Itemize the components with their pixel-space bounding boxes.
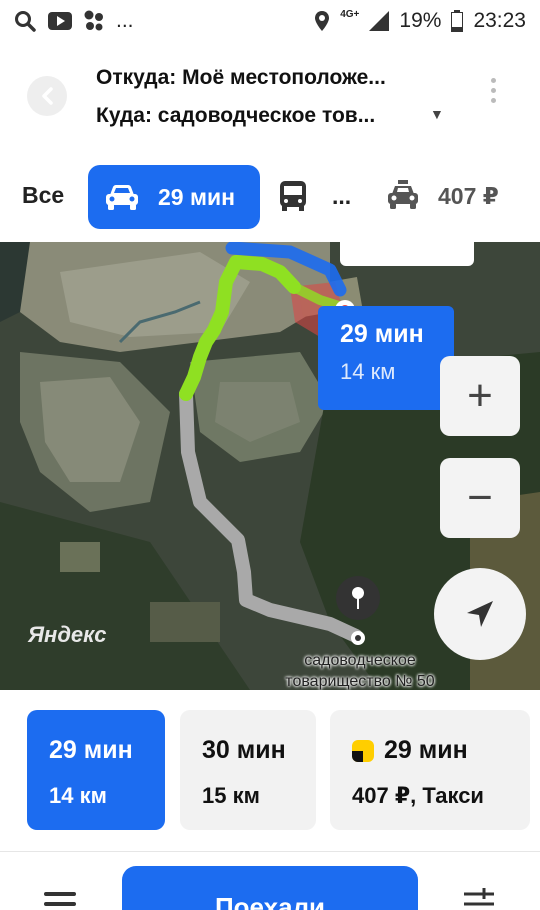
yandex-logo: Яндекс (28, 622, 107, 647)
route-option-detail: 15 км (202, 783, 260, 808)
route-option-detail: 407 ₽, Такси (352, 783, 484, 808)
location-icon (315, 11, 330, 31)
route-option-detail: 14 км (49, 783, 107, 808)
zoom-in-button[interactable]: + (440, 356, 520, 436)
network-type: 4G+ (340, 8, 360, 20)
destination-label: садоводческое товарищество № 50 (250, 650, 470, 690)
clock: 23:23 (473, 9, 526, 32)
go-button[interactable]: Поехали (122, 866, 418, 910)
chevron-left-icon (42, 87, 53, 105)
tab-taxi[interactable]: 407 ₽ (386, 180, 499, 212)
route-option-time: 30 мин (202, 736, 286, 764)
yandex-taxi-icon (352, 739, 374, 762)
car-icon (106, 185, 138, 210)
more-options-button[interactable] (484, 78, 502, 103)
zoom-out-button[interactable]: − (440, 458, 520, 538)
tab-taxi-label: 407 ₽ (438, 182, 499, 209)
notification-icons: ... (14, 9, 134, 33)
route-option-time: 29 мин (49, 736, 133, 764)
destination-label-line1: садоводческое (304, 652, 416, 669)
dropdown-caret-icon[interactable]: ▼ (430, 106, 444, 122)
youtube-icon (48, 12, 72, 30)
pin-icon (352, 587, 364, 609)
search-icon (15, 11, 36, 32)
tab-all[interactable]: Все (22, 182, 64, 209)
route-to-field[interactable]: Куда: садоводческое тов... (96, 104, 375, 128)
route-settings-icon[interactable] (462, 888, 496, 910)
tab-car[interactable]: 29 мин (88, 165, 260, 229)
tab-bus-label: ... (332, 182, 352, 209)
destination-label-line2: товарищество № 50 (285, 673, 435, 690)
transport-tabs: Все 29 мин ... 407 ₽ (0, 160, 540, 234)
signal-icon (369, 11, 390, 31)
route-time-bubble[interactable]: 29 мин 14 км (318, 306, 454, 410)
tab-public-transport[interactable]: ... (278, 180, 351, 212)
map-callout (340, 242, 474, 266)
bottom-bar: Поехали (0, 852, 540, 910)
battery-icon (451, 10, 464, 32)
map-view[interactable]: 29 мин 14 км + − Яндекс садоводческое то… (0, 242, 540, 690)
route-option-taxi[interactable]: 29 мин 407 ₽, Такси (330, 710, 530, 830)
bus-icon (280, 181, 306, 211)
navigation-arrow-icon (467, 601, 493, 627)
status-bar: ... 4G+ 19% 23:23 (0, 0, 540, 42)
route-option-car-fastest[interactable]: 29 мин 14 км (27, 710, 165, 830)
destination-pin[interactable] (336, 576, 380, 620)
app-dots-icon (84, 10, 103, 31)
taxi-icon (388, 180, 418, 209)
route-from-field[interactable]: Откуда: Моё местоположе... (96, 66, 386, 90)
bubble-time: 29 мин (340, 320, 424, 348)
route-list-icon[interactable] (44, 892, 76, 910)
route-option-car-alt[interactable]: 30 мин 15 км (180, 710, 316, 830)
system-icons: 4G+ 19% 23:23 (314, 9, 526, 33)
bubble-distance: 14 км (340, 359, 396, 384)
tab-car-label: 29 мин (158, 183, 236, 210)
route-header: Откуда: Моё местоположе... Куда: садовод… (0, 42, 540, 157)
route-option-time: 29 мин (384, 736, 468, 764)
my-location-button[interactable] (434, 568, 526, 660)
battery-percent: 19% (399, 9, 442, 32)
route-options: 29 мин 14 км 30 мин 15 км 29 мин 407 ₽, … (0, 690, 540, 855)
more-notifications: ... (116, 9, 134, 32)
back-button[interactable] (27, 76, 67, 116)
